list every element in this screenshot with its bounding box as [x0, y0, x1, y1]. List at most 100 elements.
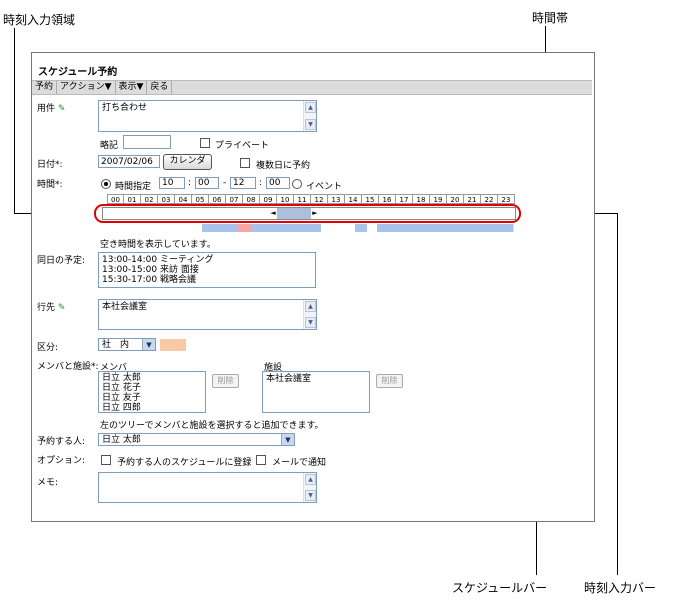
calendar-button[interactable]: カレンダ: [163, 154, 212, 170]
hour-cell: 22: [481, 194, 498, 204]
hour-cell: 16: [379, 194, 396, 204]
members-facilities-label: メンバと施設*:: [37, 362, 99, 372]
schedule-segment: [98, 224, 113, 232]
callout-time-input-bar: 時刻入力バー: [584, 581, 657, 595]
private-checkbox[interactable]: [200, 138, 210, 148]
hour-cell: 02: [141, 194, 158, 204]
schedule-segment: [397, 224, 514, 232]
schedule-segment: [238, 224, 252, 232]
start-minute-input[interactable]: 00: [195, 177, 219, 189]
private-label: プライベート: [215, 141, 270, 151]
hour-cell: 07: [226, 194, 243, 204]
scroll-down-icon[interactable]: ▼: [305, 119, 316, 130]
menu-reserve[interactable]: 予約: [32, 81, 58, 94]
free-time-note: 空き時間を表示しています。: [100, 240, 216, 250]
memo-label: メモ:: [37, 478, 59, 488]
chevron-down-icon[interactable]: ▼: [142, 339, 155, 350]
chevron-down-icon[interactable]: ▼: [281, 434, 294, 445]
schedule-segment: [125, 224, 139, 232]
subject-scrollbar[interactable]: ▲ ▼: [303, 101, 316, 131]
scroll-down-icon[interactable]: ▼: [305, 317, 316, 328]
time-colon-start: :: [188, 178, 192, 188]
hour-cell: 11: [294, 194, 311, 204]
abbrev-input[interactable]: [123, 135, 171, 149]
hour-cell: 12: [311, 194, 328, 204]
hour-cell: 10: [277, 194, 294, 204]
hour-cell: 06: [209, 194, 226, 204]
remove-facility-button[interactable]: 削除: [376, 374, 403, 388]
multi-day-label: 複数日に予約: [256, 161, 311, 171]
callout-time-band: 時間帯: [532, 11, 569, 25]
remove-member-button[interactable]: 削除: [212, 374, 239, 388]
time-label: 時間*:: [37, 180, 63, 190]
pencil-icon: ✎: [57, 303, 66, 313]
subject-textarea[interactable]: 打ち合わせ ▲ ▼: [98, 100, 317, 132]
time-spec-radio[interactable]: [101, 179, 111, 189]
subject-label: 用件 ✎: [37, 104, 66, 114]
schedule-segment: [112, 224, 126, 232]
callout-schedule-bar: スケジュールバー: [452, 581, 548, 595]
destination-scrollbar[interactable]: ▲ ▼: [303, 300, 316, 329]
destination-label: 行先 ✎: [37, 303, 66, 313]
category-color-swatch: [160, 339, 186, 351]
memo-scrollbar[interactable]: ▲ ▼: [303, 473, 316, 502]
destination-textarea[interactable]: 本社会議室 ▲ ▼: [98, 299, 317, 330]
memo-textarea[interactable]: ▲ ▼: [98, 472, 317, 503]
event-radio[interactable]: [292, 179, 302, 189]
mail-notify-checkbox[interactable]: [256, 455, 266, 465]
hour-cell: 23: [498, 194, 515, 204]
scroll-up-icon[interactable]: ▲: [305, 102, 316, 113]
schedule-segment: [202, 224, 239, 232]
schedule-segment: [321, 224, 356, 232]
schedule-segment: [151, 224, 165, 232]
date-input[interactable]: 2007/02/06: [98, 155, 160, 168]
schedule-bar: [98, 224, 516, 232]
hour-cell: 05: [192, 194, 209, 204]
members-list[interactable]: 日立 太郎 日立 花子 日立 友子 日立 四郎: [98, 371, 206, 413]
scroll-down-icon[interactable]: ▼: [305, 490, 316, 501]
register-schedule-label: 予約する人のスケジュールに登録: [117, 458, 252, 468]
leader-line-time-input-bar: [617, 213, 618, 575]
callout-time-input-area: 時刻入力領域: [3, 13, 76, 27]
hour-cell: 20: [447, 194, 464, 204]
same-day-list: 13:00-14:00 ミーティング 13:00-15:00 来訪 面接 15:…: [98, 252, 316, 288]
reserver-label: 予約する人:: [37, 437, 86, 447]
facilities-list[interactable]: 本社会議室: [262, 371, 370, 413]
abbrev-label: 略記: [100, 141, 119, 151]
category-label: 区分:: [37, 343, 59, 353]
start-hour-input[interactable]: 10: [159, 177, 185, 189]
options-label: オプション:: [37, 456, 86, 466]
hour-cell: 18: [413, 194, 430, 204]
schedule-segment: [251, 224, 322, 232]
menu-action[interactable]: アクション▼: [57, 81, 116, 94]
end-hour-input[interactable]: 12: [230, 177, 256, 189]
time-input-bar[interactable]: ◄ ►: [102, 207, 516, 220]
time-separator: -: [223, 178, 227, 188]
date-label: 日付*:: [37, 160, 63, 170]
schedule-segment: [177, 224, 191, 232]
leader-line-time-input-area: [14, 28, 15, 214]
menu-back[interactable]: 戻る: [147, 81, 173, 94]
hour-cell: 17: [396, 194, 413, 204]
scroll-up-icon[interactable]: ▲: [305, 301, 316, 312]
hour-cell: 01: [124, 194, 141, 204]
reserver-select[interactable]: 日立 太郎 ▼: [98, 433, 295, 446]
slider-left-arrow-icon[interactable]: ◄: [269, 208, 277, 219]
slider-right-arrow-icon[interactable]: ►: [311, 208, 319, 219]
register-schedule-checkbox[interactable]: [101, 455, 111, 465]
scroll-up-icon[interactable]: ▲: [305, 474, 316, 485]
mail-notify-label: メールで通知: [272, 458, 327, 468]
schedule-segment: [377, 224, 398, 232]
end-minute-input[interactable]: 00: [266, 177, 290, 189]
page-title: スケジュール予約: [38, 67, 118, 78]
hour-cell: 09: [260, 194, 277, 204]
multi-day-checkbox[interactable]: [240, 158, 250, 168]
time-colon-end: :: [259, 178, 263, 188]
category-select[interactable]: 社 内 ▼: [98, 338, 156, 351]
schedule-segment: [138, 224, 152, 232]
menu-view[interactable]: 表示▼: [116, 81, 148, 94]
same-day-label: 同日の予定:: [37, 256, 86, 266]
hour-cell: 04: [175, 194, 192, 204]
hour-cell: 14: [345, 194, 362, 204]
time-slider-thumb[interactable]: [277, 208, 311, 219]
